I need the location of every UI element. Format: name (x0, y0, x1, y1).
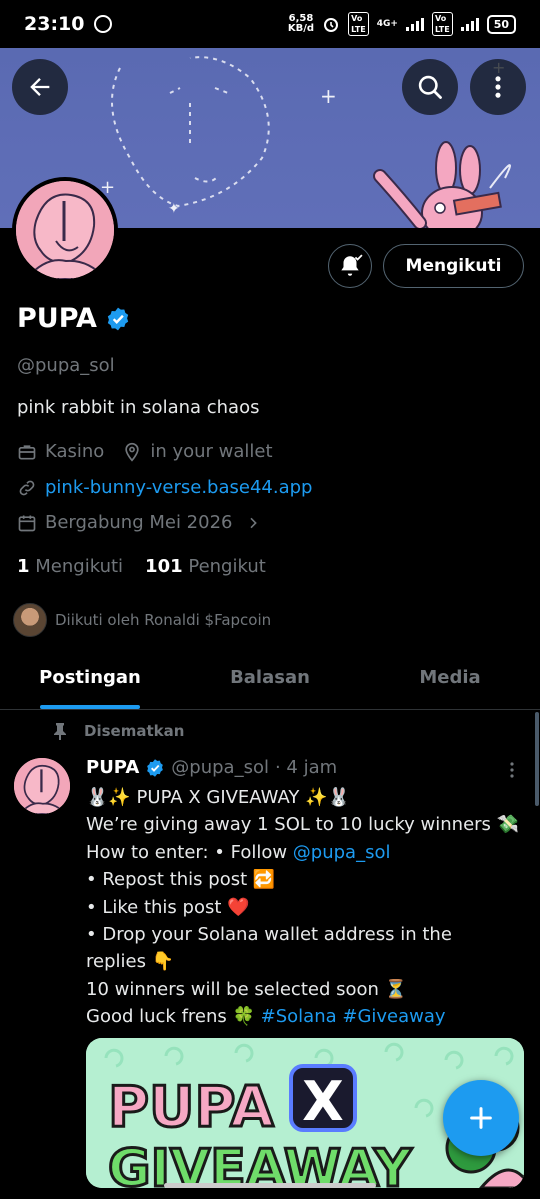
profile-handle: @pupa_sol (17, 355, 115, 376)
plus-icon (470, 1107, 492, 1129)
media-word-pupa: PUPA (108, 1075, 274, 1140)
post-line: replies 👇 (86, 951, 175, 973)
media-x-letter: X (302, 1070, 344, 1133)
profile-category: Kasino (45, 441, 105, 462)
battery-icon: 50 (486, 14, 516, 34)
4g-icon: 4G+ (376, 19, 398, 29)
follower-avatar (13, 603, 47, 637)
followed-by-text: Diikuti oleh Ronaldi $Fapcoin (55, 611, 272, 629)
svg-text:✦: ✦ (168, 201, 180, 217)
post-line: We’re giving away 1 SOL to 10 lucky winn… (86, 814, 520, 836)
media-word-giveaway: GIVEAWAY (108, 1139, 413, 1188)
net-speed: 6,58 KB/d (288, 14, 314, 34)
followers-label: Pengikut (188, 556, 266, 577)
profile-counts: 1 Mengikuti 101 Pengikut (17, 556, 266, 577)
profile-website-row: pink-bunny-verse.base44.app (17, 477, 312, 498)
gesture-nav-bar[interactable] (164, 1183, 376, 1188)
post-author-handle: @pupa_sol (171, 757, 269, 778)
followers-count: 101 (145, 556, 183, 577)
following-count-link[interactable]: 1 Mengikuti (17, 556, 123, 577)
post-header: PUPA @pupa_sol · 4 jam (86, 757, 337, 778)
profile-meta-row: Kasino in your wallet (17, 441, 273, 462)
volte-icon: Vo LTE (348, 12, 369, 36)
briefcase-icon (17, 442, 37, 462)
arrow-left-icon (30, 78, 50, 96)
svg-text:+: + (320, 84, 337, 108)
search-button[interactable] (402, 59, 458, 115)
profile-avatar[interactable] (12, 177, 118, 283)
post-author-name[interactable]: PUPA (86, 757, 139, 778)
more-button[interactable] (470, 59, 526, 115)
post-line: • Repost this post 🔁 (86, 869, 276, 891)
profile-joined-date: Bergabung Mei 2026 (45, 512, 233, 533)
status-bar: 23:10 6,58 KB/d Vo LTE 4G+ Vo LTE 50 (0, 0, 540, 48)
pin-icon (54, 723, 66, 740)
post-line-text: How to enter: • Follow (86, 841, 293, 863)
chevron-right-icon (245, 515, 261, 531)
followed-by-row[interactable]: Diikuti oleh Ronaldi $Fapcoin (13, 603, 271, 637)
more-vertical-icon (495, 76, 501, 98)
post-avatar[interactable] (14, 758, 70, 814)
post-line: How to enter: • Follow @pupa_sol (86, 839, 526, 866)
notification-bell-button[interactable] (328, 244, 372, 288)
scrollbar[interactable] (535, 712, 539, 806)
calendar-icon (17, 513, 37, 533)
link-icon (17, 478, 37, 498)
profile-joined-row[interactable]: Bergabung Mei 2026 (17, 512, 269, 533)
pinned-label-row: Disematkan (52, 722, 184, 740)
more-vertical-icon (510, 762, 514, 778)
followers-count-link[interactable]: 101 Pengikut (145, 556, 266, 577)
following-button[interactable]: Mengikuti (383, 244, 524, 288)
signal-icon-2 (460, 17, 479, 31)
location-pin-icon (122, 442, 142, 462)
search-icon (418, 75, 442, 99)
post-line: • Drop your Solana wallet address in the (86, 924, 452, 946)
post-line: 10 winners will be selected soon ⏳ (86, 978, 408, 1000)
tab-postingan[interactable]: Postingan (0, 650, 180, 709)
post-line: • Like this post ❤️ (86, 896, 250, 918)
post-mention-link[interactable]: @pupa_sol (293, 842, 391, 863)
alarm-icon (324, 18, 339, 32)
compose-post-button[interactable] (443, 1080, 519, 1156)
whatsapp-icon (94, 15, 113, 33)
post-line: 🐰✨ PUPA X GIVEAWAY ✨🐰 (86, 787, 350, 808)
back-button[interactable] (12, 59, 68, 115)
pinned-label: Disematkan (84, 722, 185, 740)
following-count: 1 (17, 556, 30, 577)
profile-name-row: PUPA (17, 303, 131, 334)
status-time: 23:10 (24, 13, 85, 35)
profile-bio: pink rabbit in solana chaos (17, 397, 260, 418)
verified-badge-icon[interactable] (105, 306, 131, 332)
avatar-rabbit-image (16, 181, 114, 279)
post-line-text: Good luck frens 🍀 (86, 1006, 261, 1028)
post-time: · 4 jam (274, 757, 338, 778)
verified-badge-icon (147, 758, 164, 777)
post-avatar-image (14, 758, 70, 814)
following-label: Mengikuti (35, 556, 124, 577)
tab-balasan[interactable]: Balasan (180, 650, 360, 709)
post-line: Good luck frens 🍀 #Solana #Giveaway (86, 1003, 526, 1030)
signal-icon (405, 17, 424, 31)
net-speed-unit: KB/d (287, 23, 315, 34)
volte-icon-2: Vo LTE (431, 12, 453, 36)
profile-website-link[interactable]: pink-bunny-verse.base44.app (45, 477, 312, 498)
profile-location: in your wallet (150, 441, 273, 462)
profile-name: PUPA (17, 303, 97, 334)
hashtag-link[interactable]: #Solana (261, 1006, 337, 1027)
bell-check-icon (341, 254, 363, 276)
post-text: 🐰✨ PUPA X GIVEAWAY ✨🐰 We’re giving away … (86, 784, 526, 1031)
tab-media[interactable]: Media (360, 650, 540, 709)
hashtag-link[interactable]: #Giveaway (342, 1006, 445, 1027)
post-more-button[interactable] (504, 760, 520, 784)
profile-tabs: Postingan Balasan Media (0, 650, 540, 710)
